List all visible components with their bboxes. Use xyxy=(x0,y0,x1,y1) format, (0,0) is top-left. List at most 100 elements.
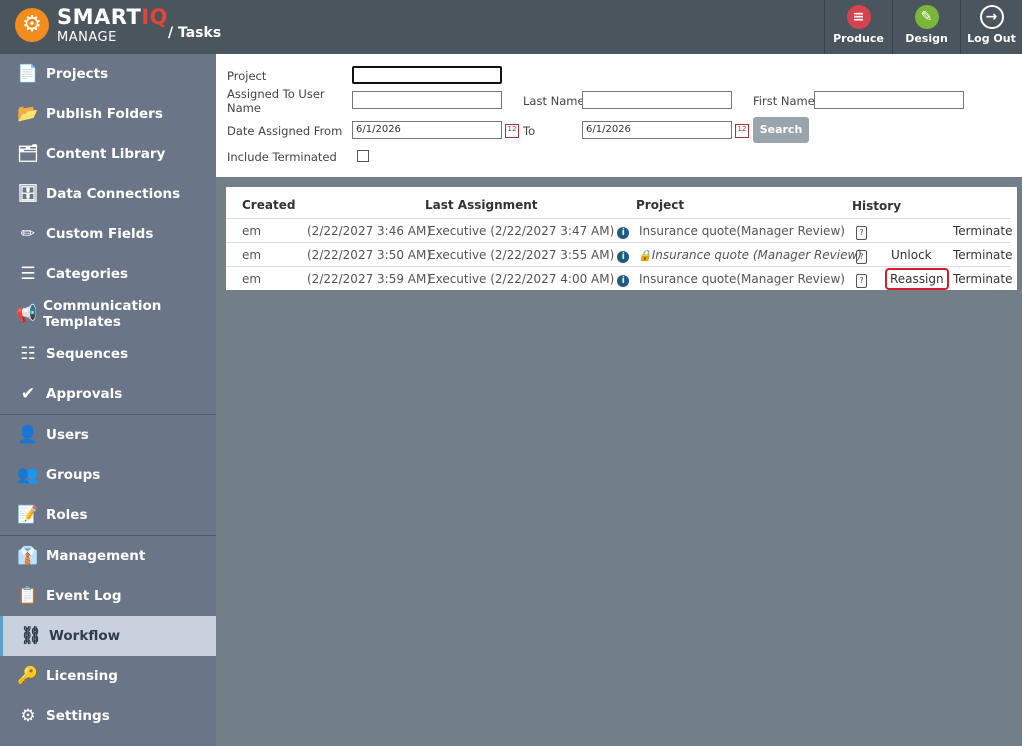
approvals-icon: ✔ xyxy=(20,384,36,404)
to-label: To xyxy=(523,124,536,138)
last-name-input[interactable] xyxy=(582,91,732,109)
include-terminated-checkbox[interactable] xyxy=(357,150,369,162)
search-button[interactable]: Search xyxy=(753,117,809,143)
brand-accent: IQ xyxy=(141,5,168,29)
sidebar-item-label: Categories xyxy=(46,266,129,282)
project-name: Insurance quote(Manager Review) xyxy=(639,272,845,286)
produce-button[interactable]: ≡ Produce xyxy=(824,0,892,54)
users-icon: 👤 xyxy=(17,425,39,445)
sidebar-item-label: Approvals xyxy=(46,386,123,402)
sidebar-item-licensing[interactable]: 🔑 Licensing xyxy=(0,656,216,696)
last-assignment-text: Executive (2/22/2027 3:55 AM) xyxy=(428,248,615,262)
reassign-link[interactable]: Reassign xyxy=(885,268,949,290)
project-cell: Insurance quote(Manager Review) xyxy=(639,272,845,286)
sidebar-item-label: Sequences xyxy=(46,346,129,362)
info-icon[interactable]: i xyxy=(617,227,630,239)
sidebar-item-groups[interactable]: 👥 Groups xyxy=(0,455,216,495)
sidebar-item-users[interactable]: 👤 Users xyxy=(0,415,216,455)
content-library-icon: 🗂 xyxy=(17,144,39,164)
include-terminated-label: Include Terminated xyxy=(227,150,337,164)
sidebar-item-label: Content Library xyxy=(46,146,166,162)
calendar-icon[interactable]: 12 xyxy=(505,124,519,138)
date-to-input[interactable]: 6/1/2026 xyxy=(582,121,732,139)
sidebar-item-categories[interactable]: ☰ Categories xyxy=(0,254,216,294)
calendar-icon[interactable]: 12 xyxy=(735,124,749,138)
created-user: em xyxy=(242,224,262,238)
sidebar-item-label: Users xyxy=(46,427,89,443)
history-icon[interactable]: ? xyxy=(856,272,867,288)
table-row: em (2/22/2027 3:46 AM) Executive (2/22/2… xyxy=(226,218,1012,242)
brand-sub: MANAGE xyxy=(57,30,117,45)
table-row: em (2/22/2027 3:50 AM) Executive (2/22/2… xyxy=(226,242,1012,266)
sidebar-item-communication-templates[interactable]: 📢 Communication Templates xyxy=(0,294,216,334)
project-cell: 🔒Insurance quote (Manager Review) xyxy=(638,248,862,262)
created-user: em xyxy=(242,248,262,262)
communication-templates-icon: 📢 xyxy=(16,304,38,324)
terminate-link[interactable]: Terminate xyxy=(953,272,1012,286)
date-from-label: Date Assigned From xyxy=(227,124,343,138)
sidebar-item-label: Publish Folders xyxy=(46,106,163,122)
project-input[interactable] xyxy=(352,66,502,84)
sidebar-item-sequences[interactable]: ☷ Sequences xyxy=(0,334,216,374)
sidebar-item-data-connections[interactable]: 🗄 Data Connections xyxy=(0,174,216,214)
sidebar-item-label: Licensing xyxy=(46,668,118,684)
history-icon[interactable]: ? xyxy=(856,248,867,264)
info-icon[interactable]: i xyxy=(617,275,630,287)
sidebar-item-content-library[interactable]: 🗂 Content Library xyxy=(0,134,216,174)
project-label: Project xyxy=(227,69,267,83)
projects-icon: 📄 xyxy=(17,64,39,84)
first-name-label: First Name xyxy=(753,94,815,108)
logout-icon: → xyxy=(979,5,1004,29)
sequences-icon: ☷ xyxy=(20,344,36,364)
categories-icon: ☰ xyxy=(20,264,36,284)
sidebar-item-label: Projects xyxy=(46,66,109,82)
sidebar-item-workflow[interactable]: ⛓ Workflow xyxy=(0,616,216,656)
terminate-link[interactable]: Terminate xyxy=(953,224,1012,238)
brand-text: SMART xyxy=(57,5,142,29)
sidebar-item-label: Custom Fields xyxy=(46,226,154,242)
project-name: Insurance quote (Manager Review) xyxy=(651,248,862,262)
sidebar-item-label: Workflow xyxy=(49,628,121,644)
sidebar-item-label: Event Log xyxy=(46,588,122,604)
last-assignment: Executive (2/22/2027 4:00 AM) i xyxy=(428,272,630,287)
header-last-assignment: Last Assignment xyxy=(425,198,538,212)
sidebar-item-management[interactable]: 👔 Management xyxy=(0,536,216,576)
sidebar-item-settings[interactable]: ⚙ Settings xyxy=(0,696,216,736)
info-icon[interactable]: i xyxy=(617,251,630,263)
sidebar-item-projects[interactable]: 📄 Projects xyxy=(0,54,216,94)
sidebar-item-roles[interactable]: 📝 Roles xyxy=(0,495,216,535)
logout-label: Log Out xyxy=(967,32,1016,45)
assigned-input[interactable] xyxy=(352,91,502,109)
sidebar-item-event-log[interactable]: 📋 Event Log xyxy=(0,576,216,616)
sidebar-divider xyxy=(0,414,216,415)
pencil-icon: ✎ xyxy=(914,5,939,29)
sidebar-item-approvals[interactable]: ✔ Approvals xyxy=(0,374,216,414)
date-from-input[interactable]: 6/1/2026 xyxy=(352,121,502,139)
sidebar-item-publish-folders[interactable]: 📂 Publish Folders xyxy=(0,94,216,134)
history-icon[interactable]: ? xyxy=(856,224,867,240)
management-icon: 👔 xyxy=(17,546,39,566)
first-name-input[interactable] xyxy=(814,91,964,109)
terminate-link[interactable]: Terminate xyxy=(953,248,1012,262)
logout-button[interactable]: → Log Out xyxy=(960,0,1022,54)
custom-fields-icon: ✏ xyxy=(20,224,36,244)
created-time: (2/22/2027 3:46 AM) xyxy=(307,224,432,238)
design-button[interactable]: ✎ Design xyxy=(892,0,960,54)
roles-icon: 📝 xyxy=(17,505,39,525)
header-history: History xyxy=(852,199,902,213)
filter-panel: Project Assigned To User Name Last Name … xyxy=(216,54,1022,177)
sidebar-item-custom-fields[interactable]: ✏ Custom Fields xyxy=(0,214,216,254)
unlock-link[interactable]: Unlock xyxy=(891,248,932,262)
settings-icon: ⚙ xyxy=(20,706,36,726)
publish-folders-icon: 📂 xyxy=(17,104,39,124)
licensing-icon: 🔑 xyxy=(17,666,39,686)
produce-label: Produce xyxy=(833,32,884,45)
created-time: (2/22/2027 3:59 AM) xyxy=(307,272,432,286)
sidebar-divider xyxy=(0,535,216,536)
workflow-icon: ⛓ xyxy=(20,626,42,646)
assigned-label: Assigned To User Name xyxy=(227,87,325,115)
last-name-label: Last Name xyxy=(523,94,585,108)
data-connections-icon: 🗄 xyxy=(17,184,39,204)
sidebar-item-label: Roles xyxy=(46,507,88,523)
sidebar-item-label: Settings xyxy=(46,708,110,724)
